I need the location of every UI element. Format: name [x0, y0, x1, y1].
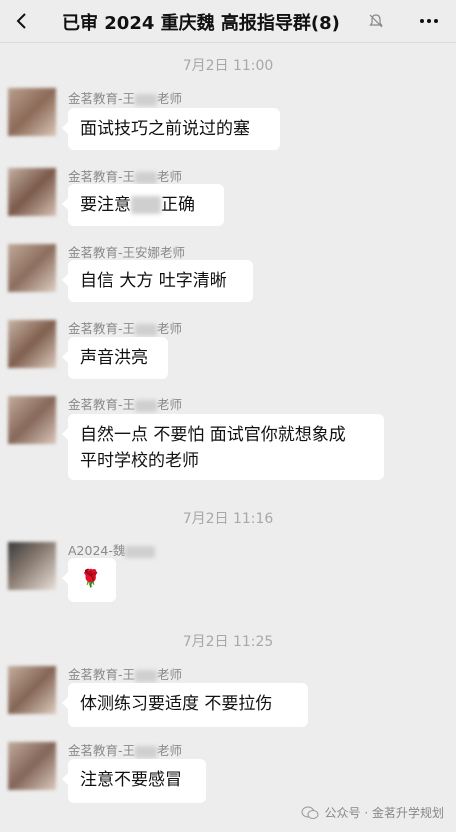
timestamp: 7月2日 11:16 [182, 511, 274, 527]
avatar[interactable] [8, 88, 56, 136]
avatar[interactable] [8, 320, 56, 368]
avatar[interactable] [8, 542, 56, 590]
sender-name: 金茗教育-王 老师 [68, 397, 183, 412]
sender-name: 金茗教育-王安娜老师 [68, 245, 186, 260]
group-title: 已审 2024 重庆魏 高报指导群(8) [62, 13, 340, 34]
message-bubble[interactable]: 注意不要感冒 [62, 759, 206, 803]
back-arrow-icon[interactable] [12, 11, 32, 31]
avatar[interactable] [8, 666, 56, 714]
message-bubble[interactable]: 体测练习要适度 不要拉伤 [62, 683, 308, 727]
message-bubble[interactable]: 声音洪亮 [62, 337, 168, 379]
sender-name: 金茗教育-王 老师 [68, 91, 183, 106]
sender-name: 金茗教育-王 老师 [68, 667, 183, 682]
watermark: 公众号 · 金茗升学规划 [301, 804, 444, 821]
avatar[interactable] [8, 742, 56, 790]
sender-name: 金茗教育-王 老师 [68, 321, 183, 336]
chat-header: 已审 2024 重庆魏 高报指导群(8) [0, 0, 456, 43]
avatar[interactable] [8, 168, 56, 216]
message-bubble[interactable]: 自然一点 不要怕 面试官你就想象成 平时学校的老师 [62, 414, 384, 480]
watermark-text: 公众号 · 金茗升学规划 [324, 806, 444, 820]
mute-bell-icon [369, 14, 383, 28]
message-bubble[interactable]: 要注意 正确 [62, 184, 224, 226]
message-bubble[interactable]: 🌹 [62, 558, 116, 602]
sender-name: 金茗教育-王 老师 [68, 743, 183, 758]
message-bubble[interactable]: 面试技巧之前说过的塞 [62, 108, 280, 150]
timestamp: 7月2日 11:00 [182, 58, 274, 74]
timestamp: 7月2日 11:25 [182, 634, 274, 650]
sender-name: A2024-魏 [68, 540, 156, 559]
more-options-icon[interactable] [418, 12, 440, 30]
avatar[interactable] [8, 244, 56, 292]
avatar[interactable] [8, 396, 56, 444]
sender-name: 金茗教育-王 老师 [68, 169, 183, 184]
message-bubble[interactable]: 自信 大方 吐字清晰 [62, 260, 253, 302]
wechat-official-account-icon [301, 806, 319, 819]
